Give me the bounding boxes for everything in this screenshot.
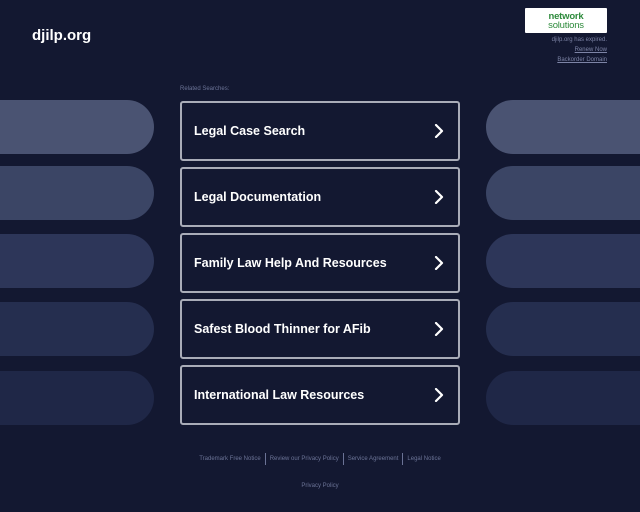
footer-privacy-policy-link[interactable]: Privacy Policy (0, 483, 640, 489)
search-link-legal-case-search[interactable]: Legal Case Search (180, 101, 460, 161)
search-link-label: Legal Case Search (194, 124, 306, 138)
decorative-pill-right-4 (486, 302, 640, 356)
site-title: djilp.org (32, 27, 92, 44)
decorative-pill-left-2 (0, 166, 154, 220)
expired-text: djilp.org has expired. (551, 37, 607, 43)
search-link-label: Family Law Help And Resources (194, 256, 387, 270)
decorative-pill-right-2 (486, 166, 640, 220)
footer-link-legal-notice[interactable]: Legal Notice (403, 453, 444, 465)
search-link-label: Legal Documentation (194, 190, 322, 204)
chevron-right-icon (432, 124, 446, 138)
decorative-pill-right-5 (486, 371, 640, 425)
chevron-right-icon (432, 322, 446, 336)
footer-links: Trademark Free Notice Review our Privacy… (0, 453, 640, 465)
search-link-label: International Law Resources (194, 388, 365, 402)
decorative-pill-left-3 (0, 234, 154, 288)
footer-link-trademark[interactable]: Trademark Free Notice (195, 453, 266, 465)
logo-text-solutions: solutions (548, 19, 584, 31)
search-link-international-law[interactable]: International Law Resources (180, 365, 460, 425)
related-searches-list: Legal Case Search Legal Documentation Fa… (180, 101, 460, 431)
parked-domain-page: djilp.org network solutions djilp.org ha… (0, 0, 640, 512)
backorder-domain-link[interactable]: Backorder Domain (552, 55, 607, 65)
decorative-pill-left-5 (0, 371, 154, 425)
chevron-right-icon (432, 256, 446, 270)
expired-notice: djilp.org has expired. Renew Now Backord… (552, 35, 607, 65)
search-link-safest-blood-thinner[interactable]: Safest Blood Thinner for AFib (180, 299, 460, 359)
chevron-right-icon (432, 190, 446, 204)
decorative-pill-left-1 (0, 100, 154, 154)
search-link-family-law-help[interactable]: Family Law Help And Resources (180, 233, 460, 293)
decorative-pill-left-4 (0, 302, 154, 356)
search-link-legal-documentation[interactable]: Legal Documentation (180, 167, 460, 227)
search-link-label: Safest Blood Thinner for AFib (194, 322, 371, 336)
renew-now-link[interactable]: Renew Now (552, 45, 607, 55)
decorative-pill-right-3 (486, 234, 640, 288)
chevron-right-icon (432, 388, 446, 402)
decorative-pill-right-1 (486, 100, 640, 154)
network-solutions-logo[interactable]: network solutions (525, 8, 607, 33)
related-searches-label: Related Searches: (180, 86, 230, 92)
footer-link-service-agreement[interactable]: Service Agreement (344, 453, 404, 465)
footer-link-privacy-review[interactable]: Review our Privacy Policy (266, 453, 344, 465)
